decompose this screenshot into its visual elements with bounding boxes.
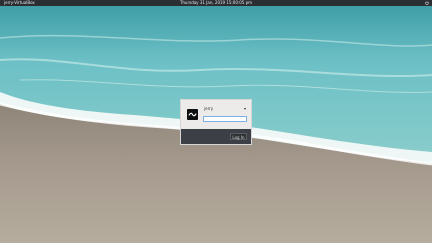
chevron-down-icon: ▾ xyxy=(243,106,246,111)
dialog-footer: Log In xyxy=(181,129,251,144)
user-avatar xyxy=(187,109,198,120)
password-field[interactable] xyxy=(203,116,247,122)
username-select[interactable]: jerry ▾ xyxy=(203,106,247,112)
login-dialog: jerry ▾ Log In xyxy=(180,99,252,145)
power-icon[interactable] xyxy=(425,1,429,5)
tilde-logo-icon xyxy=(188,112,197,117)
top-panel: jerry-VirtualBox Thursday 31 Jan, 2019 1… xyxy=(0,0,432,6)
clock-label[interactable]: Thursday 31 Jan, 2019 15:00:05 pm xyxy=(0,0,432,6)
username-label: jerry xyxy=(204,106,214,111)
log-in-button[interactable]: Log In xyxy=(230,133,247,140)
